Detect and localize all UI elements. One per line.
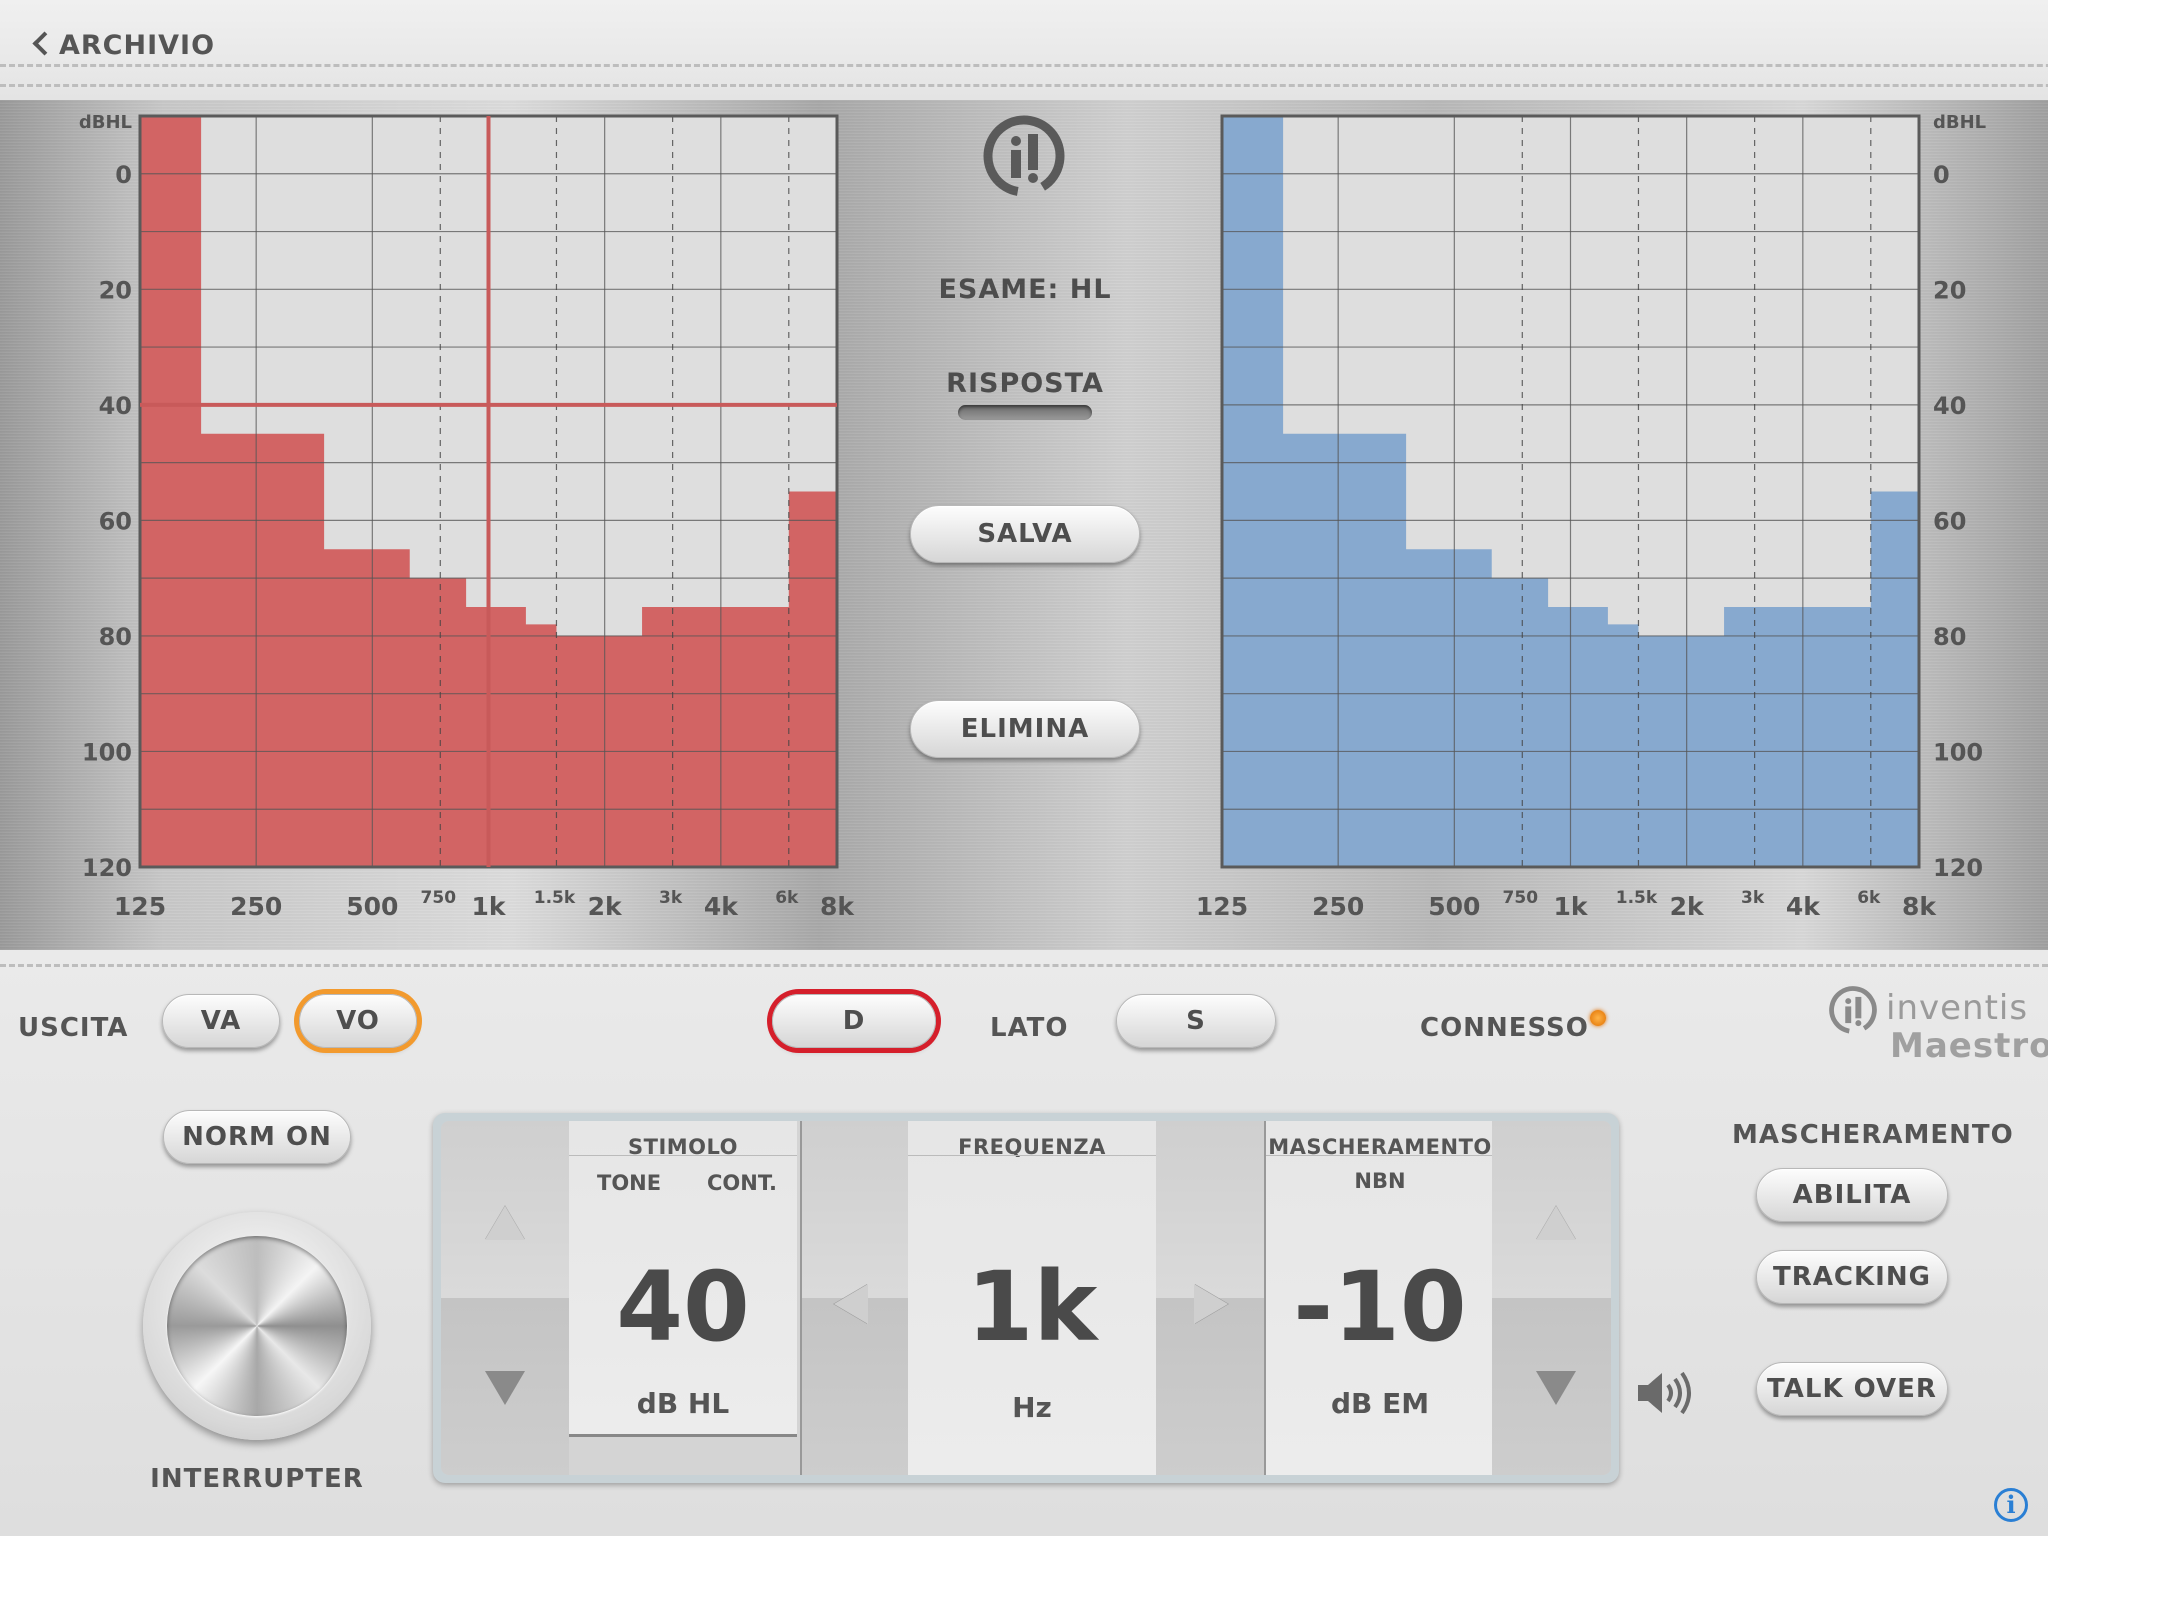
delete-button[interactable]: ELIMINA <box>910 700 1140 758</box>
output-vo-button[interactable]: VO <box>299 994 417 1048</box>
x-tick-label: 125 <box>1196 892 1248 921</box>
stimulus-control-panel: STIMOLO TONE CONT. 40 dB HL FREQUENZA 1k… <box>433 1113 1619 1483</box>
masking-type[interactable]: NBN <box>1266 1169 1494 1193</box>
stitch-line <box>0 964 2048 967</box>
output-label: USCITA <box>18 1013 129 1043</box>
x-minor-tick-label: 1.5k <box>1616 888 1658 908</box>
y-tick-label: 40 <box>99 392 132 420</box>
x-tick-label: 250 <box>230 892 282 921</box>
inventis-logo-icon <box>982 114 1066 198</box>
frequency-up-arrow-icon[interactable] <box>1194 1284 1228 1324</box>
y-tick-label: 80 <box>1933 623 1966 651</box>
side-label: LATO <box>990 1013 1069 1043</box>
y-tick-label: 0 <box>1933 161 1950 189</box>
x-tick-label: 500 <box>1428 892 1480 921</box>
x-minor-tick-label: 6k <box>1857 888 1881 908</box>
stitch-line <box>0 84 2048 87</box>
x-tick-label: 2k <box>1670 892 1705 921</box>
x-tick-label: 125 <box>114 892 166 921</box>
brand-logo-icon <box>1828 985 1878 1035</box>
x-minor-tick-label: 3k <box>1741 888 1765 908</box>
x-minor-tick-label: 3k <box>659 888 683 908</box>
output-va-button[interactable]: VA <box>162 994 280 1048</box>
save-button[interactable]: SALVA <box>910 505 1140 563</box>
left-ear-audiogram: dBHL 0 20 40 60 80 100 120 125 250 500 1k 2k 4k 8k 750 1… <box>1196 112 1986 921</box>
connection-status-label: CONNESSO <box>1420 1013 1589 1043</box>
info-icon[interactable]: i <box>1994 1488 2028 1522</box>
brand-name: inventis <box>1886 988 2029 1028</box>
x-tick-label: 8k <box>1902 892 1937 921</box>
x-tick-label: 500 <box>346 892 398 921</box>
interrupter-label: INTERRUPTER <box>150 1464 364 1494</box>
exam-label: ESAME: HL <box>938 274 1112 305</box>
response-label: RISPOSTA <box>946 368 1104 399</box>
masking-down-arrow-icon[interactable] <box>1536 1371 1576 1405</box>
masking-column: MASCHERAMENTO NBN -10 dB EM <box>1264 1121 1494 1475</box>
x-minor-tick-label: 6k <box>775 888 799 908</box>
norm-on-button[interactable]: NORM ON <box>163 1110 351 1164</box>
frequency-column: FREQUENZA 1k Hz <box>908 1121 1156 1475</box>
x-tick-label: 250 <box>1312 892 1364 921</box>
masking-unit: dB EM <box>1330 1387 1430 1420</box>
frequency-right-arrow-column <box>1156 1121 1264 1475</box>
stimulus-column: STIMOLO TONE CONT. 40 dB HL <box>569 1121 797 1437</box>
response-indicator <box>958 405 1092 420</box>
back-button[interactable]: ARCHIVIO <box>32 30 216 61</box>
top-bar: ARCHIVIO <box>0 0 2048 100</box>
chevron-left-icon <box>32 31 57 56</box>
y-tick-label: 120 <box>82 854 132 882</box>
stitch-line <box>0 64 2048 67</box>
y-tick-label: 0 <box>115 161 132 189</box>
brand-product: Maestro <box>1890 1026 2048 1066</box>
x-tick-label: 1k <box>1553 892 1588 921</box>
y-tick-label: 100 <box>1933 738 1983 766</box>
x-minor-tick-label: 750 <box>421 888 457 908</box>
stimulus-level-value: 40 <box>616 1251 750 1363</box>
stimulus-unit: dB HL <box>636 1387 730 1420</box>
knob-surface <box>167 1236 347 1416</box>
stimulus-mode[interactable]: CONT. <box>707 1171 777 1195</box>
stimulus-type[interactable]: TONE <box>597 1171 661 1195</box>
x-minor-tick-label: 750 <box>1503 888 1539 908</box>
x-tick-label: 8k <box>820 892 855 921</box>
masking-up-arrow-icon[interactable] <box>1536 1206 1576 1240</box>
control-panel-inner: STIMOLO TONE CONT. 40 dB HL FREQUENZA 1k… <box>441 1121 1611 1475</box>
level-down-arrow-icon[interactable] <box>485 1371 525 1405</box>
tracking-button[interactable]: TRACKING <box>1756 1250 1948 1304</box>
y-tick-label: 20 <box>1933 276 1966 304</box>
back-label: ARCHIVIO <box>59 30 216 61</box>
talk-over-button[interactable]: TALK OVER <box>1756 1362 1948 1416</box>
y-tick-label: 20 <box>99 276 132 304</box>
connection-led-icon <box>1590 1010 1606 1026</box>
y-tick-label: 60 <box>1933 507 1966 535</box>
masking-panel-title: MASCHERAMENTO <box>1732 1120 2014 1150</box>
x-minor-tick-label: 1.5k <box>534 888 576 908</box>
y-tick-label: 60 <box>99 507 132 535</box>
y-tick-label: 120 <box>1933 854 1983 882</box>
level-up-arrow-icon[interactable] <box>485 1206 525 1240</box>
frequency-left-arrow-column <box>800 1121 910 1475</box>
y-unit-label: dBHL <box>1933 112 1986 133</box>
app-window: ARCHIVIO dBHL 0 20 40 60 80 100 120 125 250 500 1k 2… <box>0 0 2048 1536</box>
side-left-button[interactable]: S <box>1116 994 1276 1048</box>
y-tick-label: 100 <box>82 738 132 766</box>
speaker-icon[interactable] <box>1636 1368 1696 1418</box>
x-tick-label: 2k <box>588 892 623 921</box>
interrupter-knob[interactable] <box>143 1212 371 1440</box>
frequency-down-arrow-icon[interactable] <box>834 1284 868 1324</box>
y-tick-label: 40 <box>1933 392 1966 420</box>
masking-level-value: -10 <box>1293 1251 1467 1363</box>
y-tick-label: 80 <box>99 623 132 651</box>
x-tick-label: 4k <box>1786 892 1821 921</box>
masking-arrows-column <box>1492 1121 1611 1475</box>
frequency-unit: Hz <box>1012 1391 1052 1424</box>
frequency-value: 1k <box>966 1251 1098 1363</box>
x-tick-label: 4k <box>704 892 739 921</box>
right-ear-audiogram: dBHL 0 20 40 60 80 100 120 125 250 500 1k 2k 4k 8k 750 1… <box>79 112 856 921</box>
level-arrows-column <box>441 1121 569 1475</box>
x-tick-label: 1k <box>471 892 506 921</box>
enable-masking-button[interactable]: ABILITA <box>1756 1168 1948 1222</box>
side-right-button[interactable]: D <box>772 994 936 1048</box>
y-unit-label: dBHL <box>79 112 132 133</box>
